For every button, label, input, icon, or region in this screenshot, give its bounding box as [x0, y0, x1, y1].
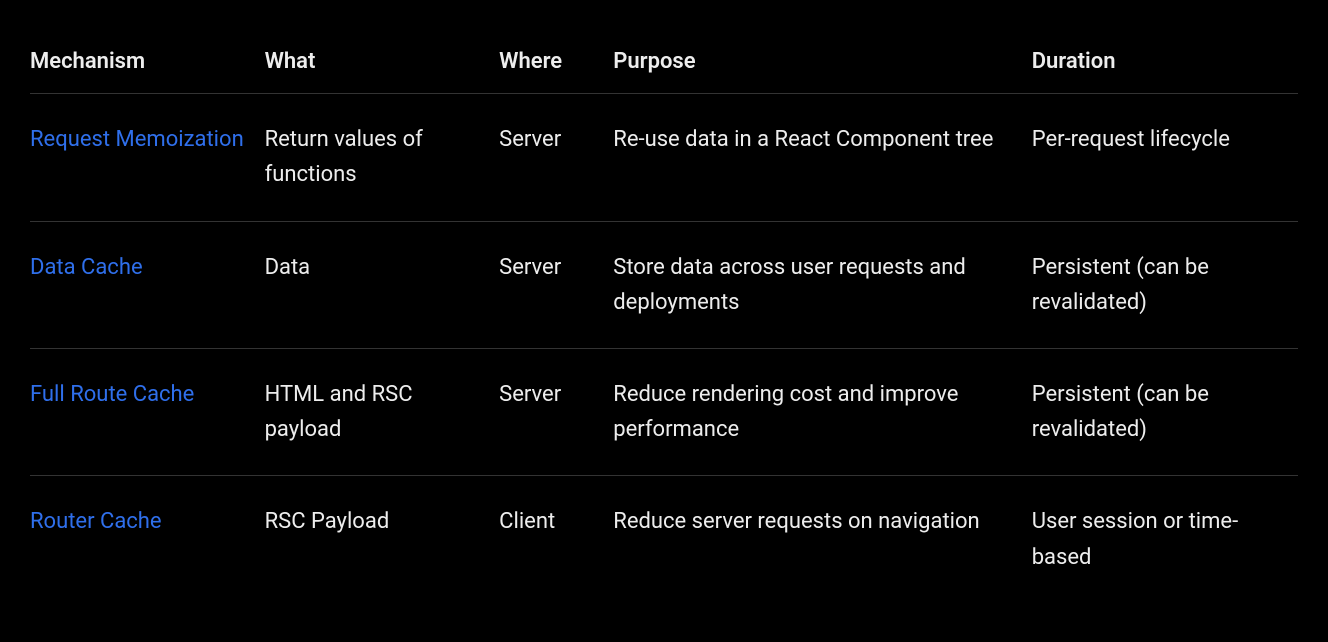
cell-purpose: Reduce server requests on navigation — [613, 476, 1031, 603]
mechanism-link-router-cache[interactable]: Router Cache — [30, 509, 162, 534]
header-where: Where — [499, 30, 613, 94]
cell-purpose: Reduce rendering cost and improve perfor… — [613, 348, 1031, 475]
cell-mechanism: Request Memoization — [30, 94, 265, 221]
cell-duration: Persistent (can be revalidated) — [1032, 348, 1298, 475]
cell-purpose: Re-use data in a React Component tree — [613, 94, 1031, 221]
cell-where: Server — [499, 221, 613, 348]
mechanism-link-request-memoization[interactable]: Request Memoization — [30, 127, 244, 152]
table-row: Full Route Cache HTML and RSC payload Se… — [30, 348, 1298, 475]
cell-where: Server — [499, 348, 613, 475]
header-duration: Duration — [1032, 30, 1298, 94]
cell-duration: User session or time-based — [1032, 476, 1298, 603]
table-header-row: Mechanism What Where Purpose Duration — [30, 30, 1298, 94]
mechanism-link-full-route-cache[interactable]: Full Route Cache — [30, 382, 194, 407]
cell-duration: Persistent (can be revalidated) — [1032, 221, 1298, 348]
cell-what: RSC Payload — [265, 476, 500, 603]
cell-purpose: Store data across user requests and depl… — [613, 221, 1031, 348]
table-row: Data Cache Data Server Store data across… — [30, 221, 1298, 348]
cell-mechanism: Router Cache — [30, 476, 265, 603]
header-what: What — [265, 30, 500, 94]
header-mechanism: Mechanism — [30, 30, 265, 94]
cell-where: Client — [499, 476, 613, 603]
cell-mechanism: Full Route Cache — [30, 348, 265, 475]
cell-duration: Per-request lifecycle — [1032, 94, 1298, 221]
cell-where: Server — [499, 94, 613, 221]
mechanism-link-data-cache[interactable]: Data Cache — [30, 255, 143, 280]
cell-what: Return values of functions — [265, 94, 500, 221]
cell-what: Data — [265, 221, 500, 348]
caching-mechanisms-table: Mechanism What Where Purpose Duration Re… — [30, 30, 1298, 603]
table-row: Router Cache RSC Payload Client Reduce s… — [30, 476, 1298, 603]
cell-what: HTML and RSC payload — [265, 348, 500, 475]
header-purpose: Purpose — [613, 30, 1031, 94]
table-row: Request Memoization Return values of fun… — [30, 94, 1298, 221]
cell-mechanism: Data Cache — [30, 221, 265, 348]
